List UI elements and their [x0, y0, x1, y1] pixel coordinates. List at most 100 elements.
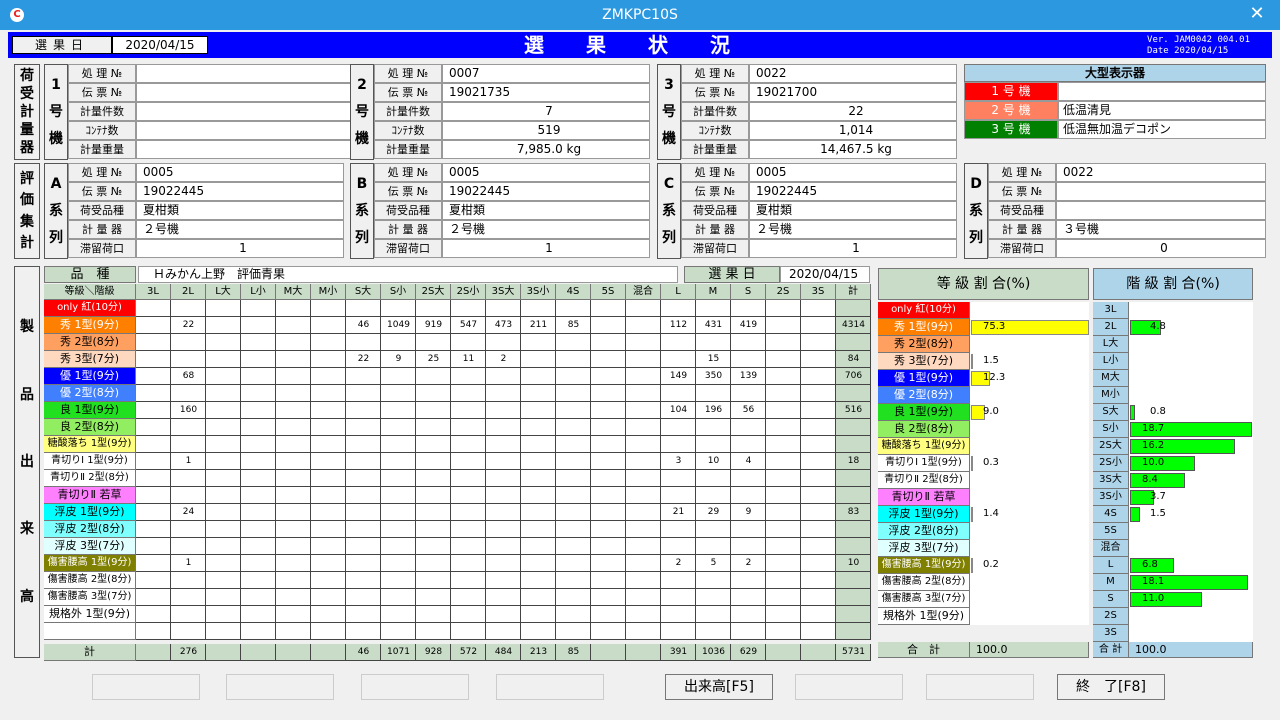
- grid-cell: [801, 555, 836, 572]
- class-total-value: 100.0: [1129, 642, 1253, 658]
- grid-cell: [661, 419, 696, 436]
- grid-cell: [241, 521, 276, 538]
- grid-cell: [661, 487, 696, 504]
- grid-cell: [136, 572, 171, 589]
- grid-value: 112: [669, 320, 688, 330]
- empty-button-2[interactable]: [226, 674, 334, 700]
- empty-button-3[interactable]: [361, 674, 469, 700]
- grade-row-label: 良 1型(9分): [44, 402, 136, 419]
- grid-cell: [206, 538, 241, 555]
- grid-cell: [626, 419, 661, 436]
- receiving-side-label-char: 荷: [20, 68, 34, 84]
- series-B-label: B系列: [350, 163, 374, 259]
- series-C-label-char: 系: [662, 203, 676, 219]
- grid-cell: [836, 470, 871, 487]
- grid-cell: [661, 572, 696, 589]
- grid-value: 4314: [842, 320, 865, 330]
- close-button[interactable]: ✕: [1234, 0, 1280, 30]
- grid-cell: [171, 470, 206, 487]
- grid-cell: [766, 334, 801, 351]
- grid-cell: [346, 334, 381, 351]
- grid-cell: [591, 521, 626, 538]
- title-bar: C ZMKPC10S ✕: [0, 0, 1280, 30]
- grid-cell: [241, 419, 276, 436]
- grid-cell: [556, 470, 591, 487]
- grid-cell: [801, 487, 836, 504]
- grade-row-label: [44, 623, 136, 640]
- grid-cell: [241, 317, 276, 334]
- grid-cell: [346, 419, 381, 436]
- grid-cell: [801, 538, 836, 555]
- empty-button-4[interactable]: [496, 674, 604, 700]
- grid-cell: [661, 385, 696, 402]
- grid-cell: [206, 487, 241, 504]
- column-header: 3S小: [521, 284, 556, 300]
- grid-cell: [381, 504, 416, 521]
- grid-cell: [591, 623, 626, 640]
- grid-value: 5: [710, 558, 717, 568]
- grid-cell: [311, 317, 346, 334]
- grid-cell: [486, 521, 521, 538]
- field-value: 1,014: [749, 121, 957, 140]
- grid-cell: [696, 606, 731, 623]
- grid-cell: [486, 368, 521, 385]
- grid-cell: [486, 606, 521, 623]
- field-label: 伝 票 №: [681, 182, 749, 201]
- grid-cell: [206, 436, 241, 453]
- class-ratio-label: S小: [1093, 421, 1129, 438]
- grid-cell: [836, 606, 871, 623]
- grid-cell: [626, 521, 661, 538]
- field-value: 1: [442, 239, 650, 258]
- variety-value: Ｈみかん上野 評価青果: [138, 266, 678, 283]
- grade-ratio-label: 秀 1型(9分): [878, 319, 970, 336]
- grid-cell: [521, 453, 556, 470]
- production-button[interactable]: 出来高[F5]: [665, 674, 773, 700]
- evaluation-side-label: 評価集計: [14, 163, 40, 259]
- grade-ratio-label: 浮皮 2型(8分): [878, 523, 970, 540]
- empty-button-1[interactable]: [92, 674, 200, 700]
- grid-cell: [381, 589, 416, 606]
- grid-cell: [696, 470, 731, 487]
- grid-cell: [346, 470, 381, 487]
- grid-cell: [766, 419, 801, 436]
- grade-ratio-cell: [970, 523, 1089, 540]
- grid-cell: [766, 368, 801, 385]
- series-D-label-char: 系: [969, 203, 983, 219]
- grid-value: 22: [357, 354, 370, 364]
- grade-row-label: 良 2型(8分): [44, 419, 136, 436]
- grade-ratio-bar: [971, 456, 973, 471]
- window-title: ZMKPC10S: [602, 7, 678, 23]
- grid-cell: [486, 419, 521, 436]
- grid-cell: [486, 402, 521, 419]
- grid-cell: [766, 300, 801, 317]
- class-ratio-label: M大: [1093, 370, 1129, 387]
- series-A-label-char: A: [50, 176, 62, 192]
- machine-2-label-char: 号: [355, 104, 369, 120]
- grid-cell: [136, 487, 171, 504]
- total-cell: [801, 644, 836, 661]
- select-date-label: 選果日: [12, 36, 112, 54]
- grid-cell: [661, 623, 696, 640]
- empty-button-6[interactable]: [926, 674, 1034, 700]
- grade-ratio-label: only 紅(10分): [878, 302, 970, 319]
- version-date: Date 2020/04/15: [1147, 46, 1229, 56]
- grid-cell: [521, 572, 556, 589]
- field-label: 処 理 №: [68, 163, 136, 182]
- grid-cell: [276, 504, 311, 521]
- grid-value: 196: [704, 405, 723, 415]
- grid-cell: [416, 368, 451, 385]
- grid-cell: [591, 300, 626, 317]
- grid-cell: [451, 402, 486, 419]
- grid-cell: [696, 300, 731, 317]
- grid-value: 22: [182, 320, 195, 330]
- empty-button-5[interactable]: [795, 674, 903, 700]
- grid-cell: [416, 623, 451, 640]
- machine-2-label: 2 号機: [350, 64, 374, 160]
- grid-cell: [556, 368, 591, 385]
- grid-cell: [836, 487, 871, 504]
- exit-button[interactable]: 終 了[F8]: [1057, 674, 1165, 700]
- grid-cell: [766, 351, 801, 368]
- field-label: 計量件数: [68, 102, 136, 121]
- grid-value: 68: [182, 371, 195, 381]
- grid-cell: [801, 317, 836, 334]
